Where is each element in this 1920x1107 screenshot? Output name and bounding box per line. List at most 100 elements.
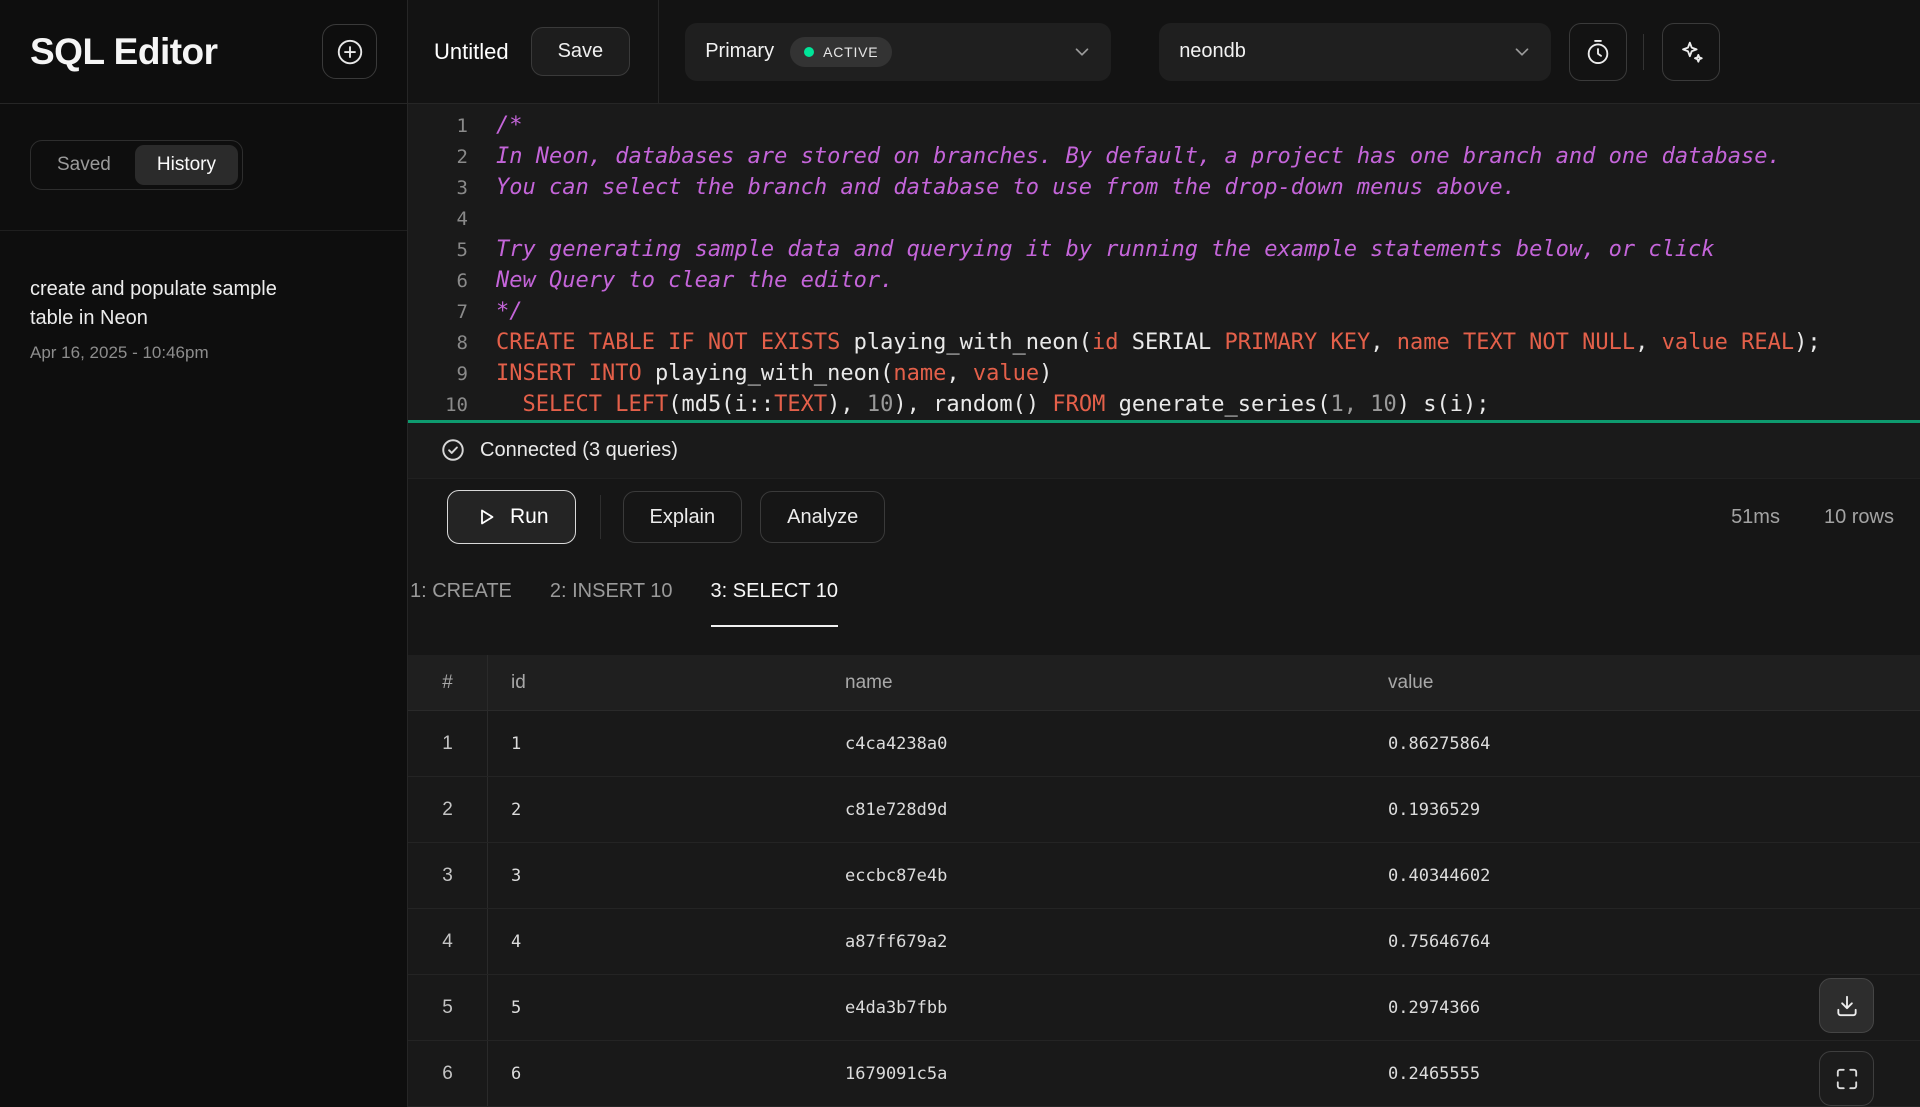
branch-select[interactable]: Primary ACTIVE [685, 23, 1111, 81]
code-line-5: 5Try generating sample data and querying… [408, 234, 1920, 265]
explain-button[interactable]: Explain [623, 491, 743, 543]
code-line-9: 9INSERT INTO playing_with_neon(name, val… [408, 358, 1920, 389]
history-item-title: create and populate sample table in Neon [30, 275, 308, 333]
branch-status-label: ACTIVE [823, 44, 878, 60]
line-number: 1 [408, 115, 468, 137]
download-results-button[interactable] [1819, 978, 1874, 1033]
sql-editor[interactable]: 1/*2In Neon, databases are stored on bra… [408, 104, 1920, 420]
main-panel: Untitled Save Primary ACTIVE neondb [408, 0, 1920, 1107]
sparkles-icon [1677, 38, 1705, 66]
branch-name: Primary [705, 40, 774, 63]
result-tab-2-insert-10[interactable]: 2: INSERT 10 [550, 556, 673, 627]
history-item[interactable]: create and populate sample table in Neon… [30, 275, 377, 363]
database-name: neondb [1179, 40, 1246, 63]
history-list: create and populate sample table in Neon… [0, 231, 407, 407]
result-tabs: 1: CREATE 2: INSERT 10 3: SELECT 10 [408, 556, 1920, 627]
line-number: 8 [408, 332, 468, 354]
database-select[interactable]: neondb [1159, 23, 1551, 81]
status-dot-icon [804, 47, 814, 57]
table-row: 55e4da3b7fbb0.2974366 [408, 975, 1920, 1041]
history-item-timestamp: Apr 16, 2025 - 10:46pm [30, 343, 377, 363]
sidebar-tabs: SavedHistory [30, 140, 243, 190]
cell-name: c81e728d9d [822, 777, 1365, 842]
cell-value: 0.1936529 [1365, 777, 1920, 842]
connection-status-row: Connected (3 queries) [408, 423, 1920, 478]
table-row: 33eccbc87e4b0.40344602 [408, 843, 1920, 909]
sidebar-tab-saved[interactable]: Saved [35, 145, 133, 185]
table-row: 661679091c5a0.2465555 [408, 1041, 1920, 1107]
check-circle-icon [440, 437, 466, 463]
cell-id: 5 [488, 975, 822, 1040]
floating-actions [1819, 978, 1874, 1106]
chevron-down-icon [1071, 41, 1093, 63]
topbar: Untitled Save Primary ACTIVE neondb [408, 0, 1920, 104]
row-index: 6 [408, 1041, 488, 1106]
save-button[interactable]: Save [531, 27, 631, 76]
cell-id: 1 [488, 711, 822, 776]
stopwatch-icon [1584, 38, 1612, 66]
cell-id: 6 [488, 1041, 822, 1106]
column-header-value: value [1365, 655, 1920, 710]
results-body: 11c4ca4238a00.8627586422c81e728d9d0.1936… [408, 711, 1920, 1107]
line-number: 3 [408, 177, 468, 199]
cell-id: 4 [488, 909, 822, 974]
column-header-index: # [408, 655, 488, 710]
query-history-button[interactable] [1569, 23, 1627, 81]
results-header: #idnamevalue [408, 655, 1920, 711]
cell-value: 0.86275864 [1365, 711, 1920, 776]
topbar-divider [1643, 34, 1644, 70]
line-number: 2 [408, 146, 468, 168]
query-meta: 51ms 10 rows [1731, 506, 1894, 529]
table-row: 44a87ff679a20.75646764 [408, 909, 1920, 975]
code-line-1: 1/* [408, 110, 1920, 141]
row-index: 3 [408, 843, 488, 908]
ai-assist-button[interactable] [1662, 23, 1720, 81]
query-duration: 51ms [1731, 506, 1780, 529]
code-line-7: 7*/ [408, 296, 1920, 327]
code-line-2: 2In Neon, databases are stored on branch… [408, 141, 1920, 172]
results-section: #idnamevalue 11c4ca4238a00.8627586422c81… [408, 627, 1920, 1107]
download-icon [1834, 993, 1860, 1019]
column-header-name: name [822, 655, 1365, 710]
line-number: 9 [408, 363, 468, 385]
line-number: 10 [408, 394, 468, 416]
cell-name: c4ca4238a0 [822, 711, 1365, 776]
cell-value: 0.75646764 [1365, 909, 1920, 974]
code-text: You can select the branch and database t… [468, 175, 1516, 200]
code-text: Try generating sample data and querying … [468, 237, 1715, 262]
row-index: 1 [408, 711, 488, 776]
code-text: SELECT LEFT(md5(i::TEXT), 10), random() … [468, 392, 1489, 417]
code-text: INSERT INTO playing_with_neon(name, valu… [468, 361, 1052, 386]
row-index: 5 [408, 975, 488, 1040]
run-button[interactable]: Run [447, 490, 576, 544]
cell-id: 2 [488, 777, 822, 842]
result-tab-1-create[interactable]: 1: CREATE [410, 556, 512, 627]
column-header-id: id [488, 655, 822, 710]
query-title: Untitled [434, 39, 509, 65]
row-index: 2 [408, 777, 488, 842]
result-tab-3-select-10[interactable]: 3: SELECT 10 [711, 556, 838, 627]
new-query-button[interactable] [322, 24, 377, 79]
code-text: CREATE TABLE IF NOT EXISTS playing_with_… [468, 330, 1821, 355]
chevron-down-icon [1511, 41, 1533, 63]
row-index: 4 [408, 909, 488, 974]
code-line-8: 8CREATE TABLE IF NOT EXISTS playing_with… [408, 327, 1920, 358]
line-number: 7 [408, 301, 468, 323]
expand-icon [1834, 1066, 1860, 1092]
analyze-button[interactable]: Analyze [760, 491, 885, 543]
expand-results-button[interactable] [1819, 1051, 1874, 1106]
code-line-10: 10 SELECT LEFT(md5(i::TEXT), 10), random… [408, 389, 1920, 420]
app-title: SQL Editor [30, 31, 218, 73]
sidebar-header: SQL Editor [0, 0, 407, 104]
actions-row: Run Explain Analyze 51ms 10 rows [408, 478, 1920, 556]
sidebar-tab-history[interactable]: History [135, 145, 238, 185]
cell-id: 3 [488, 843, 822, 908]
cell-name: a87ff679a2 [822, 909, 1365, 974]
sidebar: SQL Editor SavedHistory create and popul… [0, 0, 408, 1107]
connection-status-text: Connected (3 queries) [480, 439, 678, 462]
line-number: 5 [408, 239, 468, 261]
code-line-4: 4 [408, 203, 1920, 234]
code-text: */ [468, 299, 523, 324]
play-icon [474, 505, 498, 529]
cell-name: 1679091c5a [822, 1041, 1365, 1106]
